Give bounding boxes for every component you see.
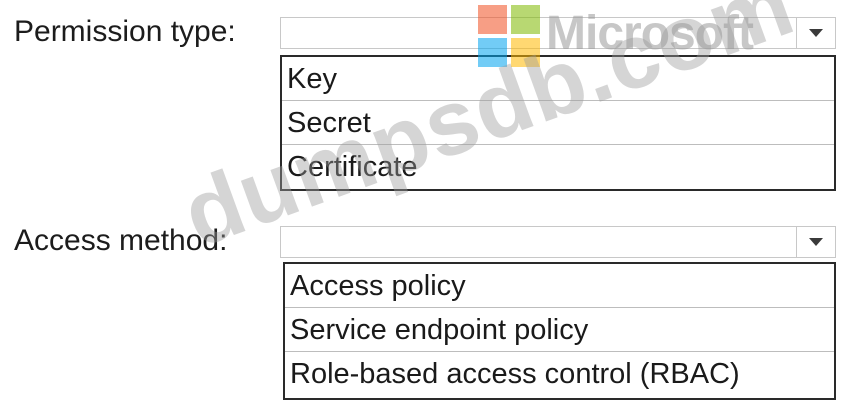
permission-type-options: Key Secret Certificate	[280, 55, 836, 191]
chevron-down-icon	[809, 29, 823, 37]
chevron-down-icon	[809, 238, 823, 246]
logo-square-red	[478, 5, 507, 34]
access-dropdown-toggle[interactable]	[796, 227, 835, 257]
logo-square-yellow	[511, 38, 540, 67]
logo-square-blue	[478, 38, 507, 67]
access-option-access-policy[interactable]: Access policy	[285, 264, 834, 308]
permission-option-secret[interactable]: Secret	[282, 101, 834, 145]
access-method-options: Access policy Service endpoint policy Ro…	[283, 262, 836, 400]
microsoft-wordmark: Microsoft	[546, 7, 754, 60]
permission-dropdown-toggle[interactable]	[796, 18, 835, 48]
access-method-dropdown[interactable]	[280, 226, 836, 258]
access-option-rbac[interactable]: Role-based access control (RBAC)	[285, 352, 834, 396]
permission-option-certificate[interactable]: Certificate	[282, 145, 834, 189]
permission-type-label: Permission type:	[14, 15, 236, 48]
access-option-service-endpoint-policy[interactable]: Service endpoint policy	[285, 308, 834, 352]
microsoft-logo-icon	[478, 5, 540, 67]
access-method-label: Access method:	[14, 224, 228, 257]
logo-square-green	[511, 5, 540, 34]
permission-option-key[interactable]: Key	[282, 57, 834, 101]
